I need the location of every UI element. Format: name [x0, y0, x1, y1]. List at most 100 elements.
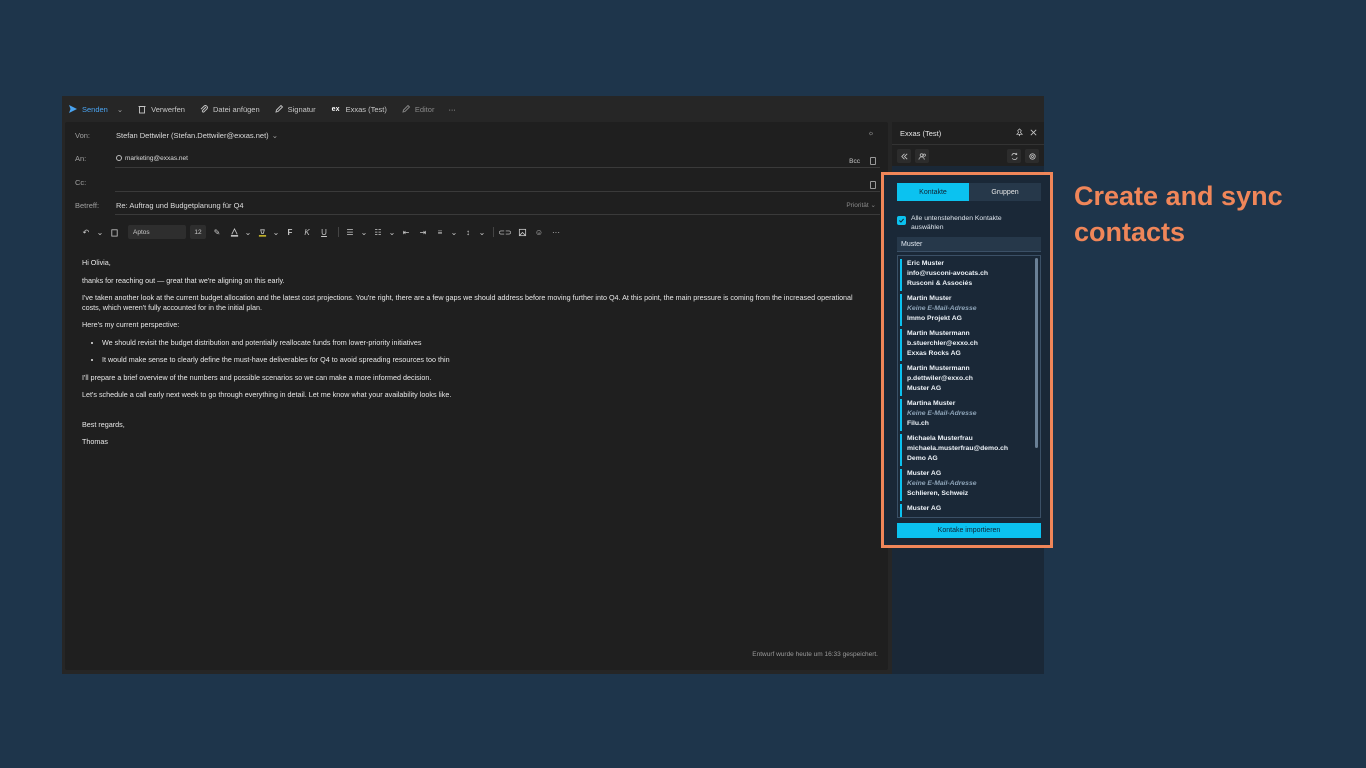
font-size-select[interactable]: 12 [190, 225, 206, 239]
presence-icon [116, 155, 122, 161]
contact-company: Muster AG [907, 385, 942, 392]
contact-name: Martina Muster [907, 400, 956, 407]
highlight-icon[interactable] [255, 226, 269, 238]
send-button[interactable]: Senden [68, 104, 108, 114]
gear-icon[interactable] [1025, 149, 1039, 163]
exxas-addin-button[interactable]: ex Exxas (Test) [330, 104, 387, 114]
divider [338, 227, 339, 237]
compose-area: Von: Stefan Dettwiler (Stefan.Dettwiler@… [65, 122, 888, 670]
tab-groups[interactable]: Gruppen [969, 183, 1041, 201]
contact-item[interactable]: Michaela Musterfrau michaela.musterfrau@d… [900, 434, 1040, 466]
addin-toolbar [892, 144, 1044, 166]
discard-button[interactable]: Verwerfen [137, 104, 185, 114]
from-row: Von: Stefan Dettwiler (Stefan.Dettwiler@… [75, 125, 880, 145]
compose-toolbar: Senden ⌄ Verwerfen Datei anfügen Signatu… [62, 96, 1044, 122]
close-icon[interactable] [1029, 128, 1038, 139]
contact-email: Keine E-Mail-Adresse [907, 305, 977, 312]
contact-name: Muster AG [907, 505, 942, 512]
sync-icon[interactable] [1007, 149, 1021, 163]
italic-button[interactable]: K [300, 226, 314, 238]
import-contacts-button[interactable]: Kontake importieren [897, 523, 1041, 538]
send-label: Senden [82, 104, 108, 114]
increase-indent-icon[interactable]: ⇥ [416, 226, 430, 238]
image-icon[interactable] [515, 226, 529, 238]
contact-item[interactable]: Eric Muster info@rusconi-avocats.ch Ruscon… [900, 259, 1040, 291]
chevron-down-icon[interactable]: ⌄ [244, 226, 252, 238]
paragraph-1: thanks for reaching out — great that we'… [82, 275, 285, 285]
contact-item[interactable]: Muster AG [900, 504, 1040, 517]
contact-email: Keine E-Mail-Adresse [907, 480, 977, 487]
chevron-down-icon[interactable]: ⌄ [478, 226, 486, 238]
pin-icon[interactable] [1015, 128, 1024, 139]
link-icon[interactable]: ⊂⊃ [498, 226, 512, 238]
font-family-select[interactable]: Aptos [128, 225, 186, 239]
collapse-icon[interactable] [897, 149, 911, 163]
priority-button[interactable]: Priorität ⌄ [846, 201, 876, 209]
contact-item[interactable]: Martin Mustermann b.stuerchler@exxo.ch Exx… [900, 329, 1040, 361]
bullet-list-icon[interactable]: ☰ [343, 226, 357, 238]
contact-email: michaela.musterfrau@demo.ch [907, 445, 1009, 452]
bold-button[interactable]: F [283, 226, 297, 238]
contact-name: Martin Mustermann [907, 330, 970, 337]
decrease-indent-icon[interactable]: ⇤ [399, 226, 413, 238]
tab-contacts[interactable]: Kontakte [897, 183, 969, 201]
attach-file-button[interactable]: Datei anfügen [199, 104, 260, 114]
contact-email: b.stuerchler@exxo.ch [907, 340, 978, 347]
contact-item[interactable]: Muster AG Keine E-Mail-Adresse Schlieren, … [900, 469, 1040, 501]
feature-caption: Create and sync contacts [1074, 181, 1283, 247]
bcc-button[interactable]: Bcc [849, 158, 860, 165]
to-row: An: marketing@exxas.net Bcc [75, 148, 880, 168]
contact-item[interactable]: Martina Muster Keine E-Mail-Adresse Filu.c… [900, 399, 1040, 431]
chevron-down-icon: ⌄ [116, 104, 124, 114]
contact-item[interactable]: Martin Mustermann p.dettwiler@exxo.ch Must… [900, 364, 1040, 396]
contact-item[interactable]: Martin Muster Keine E-Mail-Adresse Immo Pr… [900, 294, 1040, 326]
sun-icon[interactable]: ☼ [868, 130, 874, 137]
clipboard-icon[interactable] [107, 226, 121, 238]
exxas-label: Exxas (Test) [345, 104, 387, 114]
recipient-pill[interactable]: marketing@exxas.net [116, 155, 188, 162]
undo-icon[interactable]: ↶ [79, 226, 93, 238]
format-painter-icon[interactable]: ✎ [210, 226, 224, 238]
contacts-icon[interactable] [915, 149, 929, 163]
bullet-item-1: We should revisit the budget distributio… [102, 338, 872, 348]
save-status: Entwurf wurde heute um 16:33 gespeichert… [752, 651, 878, 658]
chevron-down-icon[interactable]: ⌄ [272, 226, 280, 238]
font-color-icon[interactable] [227, 226, 241, 238]
signature-label: Signatur [287, 104, 316, 114]
paragraph-5: Let's schedule a call early next week to… [82, 390, 452, 399]
contact-name: Eric Muster [907, 260, 945, 267]
message-body[interactable]: Hi Olivia, thanks for reaching out — gre… [82, 258, 872, 455]
more-options-button[interactable]: ··· [448, 105, 456, 114]
scrollbar[interactable] [1035, 258, 1038, 448]
emoji-icon[interactable]: ☺ [532, 226, 546, 238]
cc-row: Cc: [75, 172, 880, 192]
contact-company: Filu.ch [907, 420, 929, 427]
send-options-button[interactable]: ⌄ [114, 105, 123, 114]
from-value: Stefan Dettwiler (Stefan.Dettwiler@exxas… [116, 131, 269, 140]
chevron-down-icon[interactable]: ⌄ [360, 226, 368, 238]
address-book-icon[interactable] [870, 157, 876, 165]
more-format-icon[interactable]: ··· [549, 226, 563, 238]
underline-button[interactable]: U [317, 226, 331, 238]
contact-name: Martin Muster [907, 295, 952, 302]
subject-label: Betreff: [75, 201, 100, 210]
to-label: An: [75, 154, 87, 163]
numbered-list-icon[interactable]: ☷ [371, 226, 385, 238]
closing: Best regards, [82, 419, 125, 429]
subject-field[interactable]: Re: Auftrag und Budgetplanung für Q4 [116, 201, 244, 210]
cc-divider [115, 191, 880, 192]
line-spacing-icon[interactable]: ↕ [461, 226, 475, 238]
to-field[interactable]: marketing@exxas.net [116, 154, 188, 163]
editor-button[interactable]: Editor [401, 104, 434, 114]
chevron-down-icon[interactable]: ⌄ [96, 226, 104, 238]
address-book-icon[interactable] [870, 181, 876, 189]
signature-name: Thomas [82, 437, 108, 446]
from-field[interactable]: Stefan Dettwiler (Stefan.Dettwiler@exxas… [116, 131, 278, 140]
chevron-down-icon[interactable]: ⌄ [388, 226, 396, 238]
contact-search-input[interactable]: Muster [897, 237, 1041, 252]
chevron-down-icon[interactable]: ⌄ [450, 226, 458, 238]
select-all-checkbox[interactable]: Alle untenstehenden Kontakte auswählen [897, 214, 1002, 232]
align-icon[interactable]: ≡ [433, 226, 447, 238]
paragraph-2: I've taken another look at the current b… [82, 293, 853, 312]
signature-button[interactable]: Signatur [274, 104, 316, 114]
